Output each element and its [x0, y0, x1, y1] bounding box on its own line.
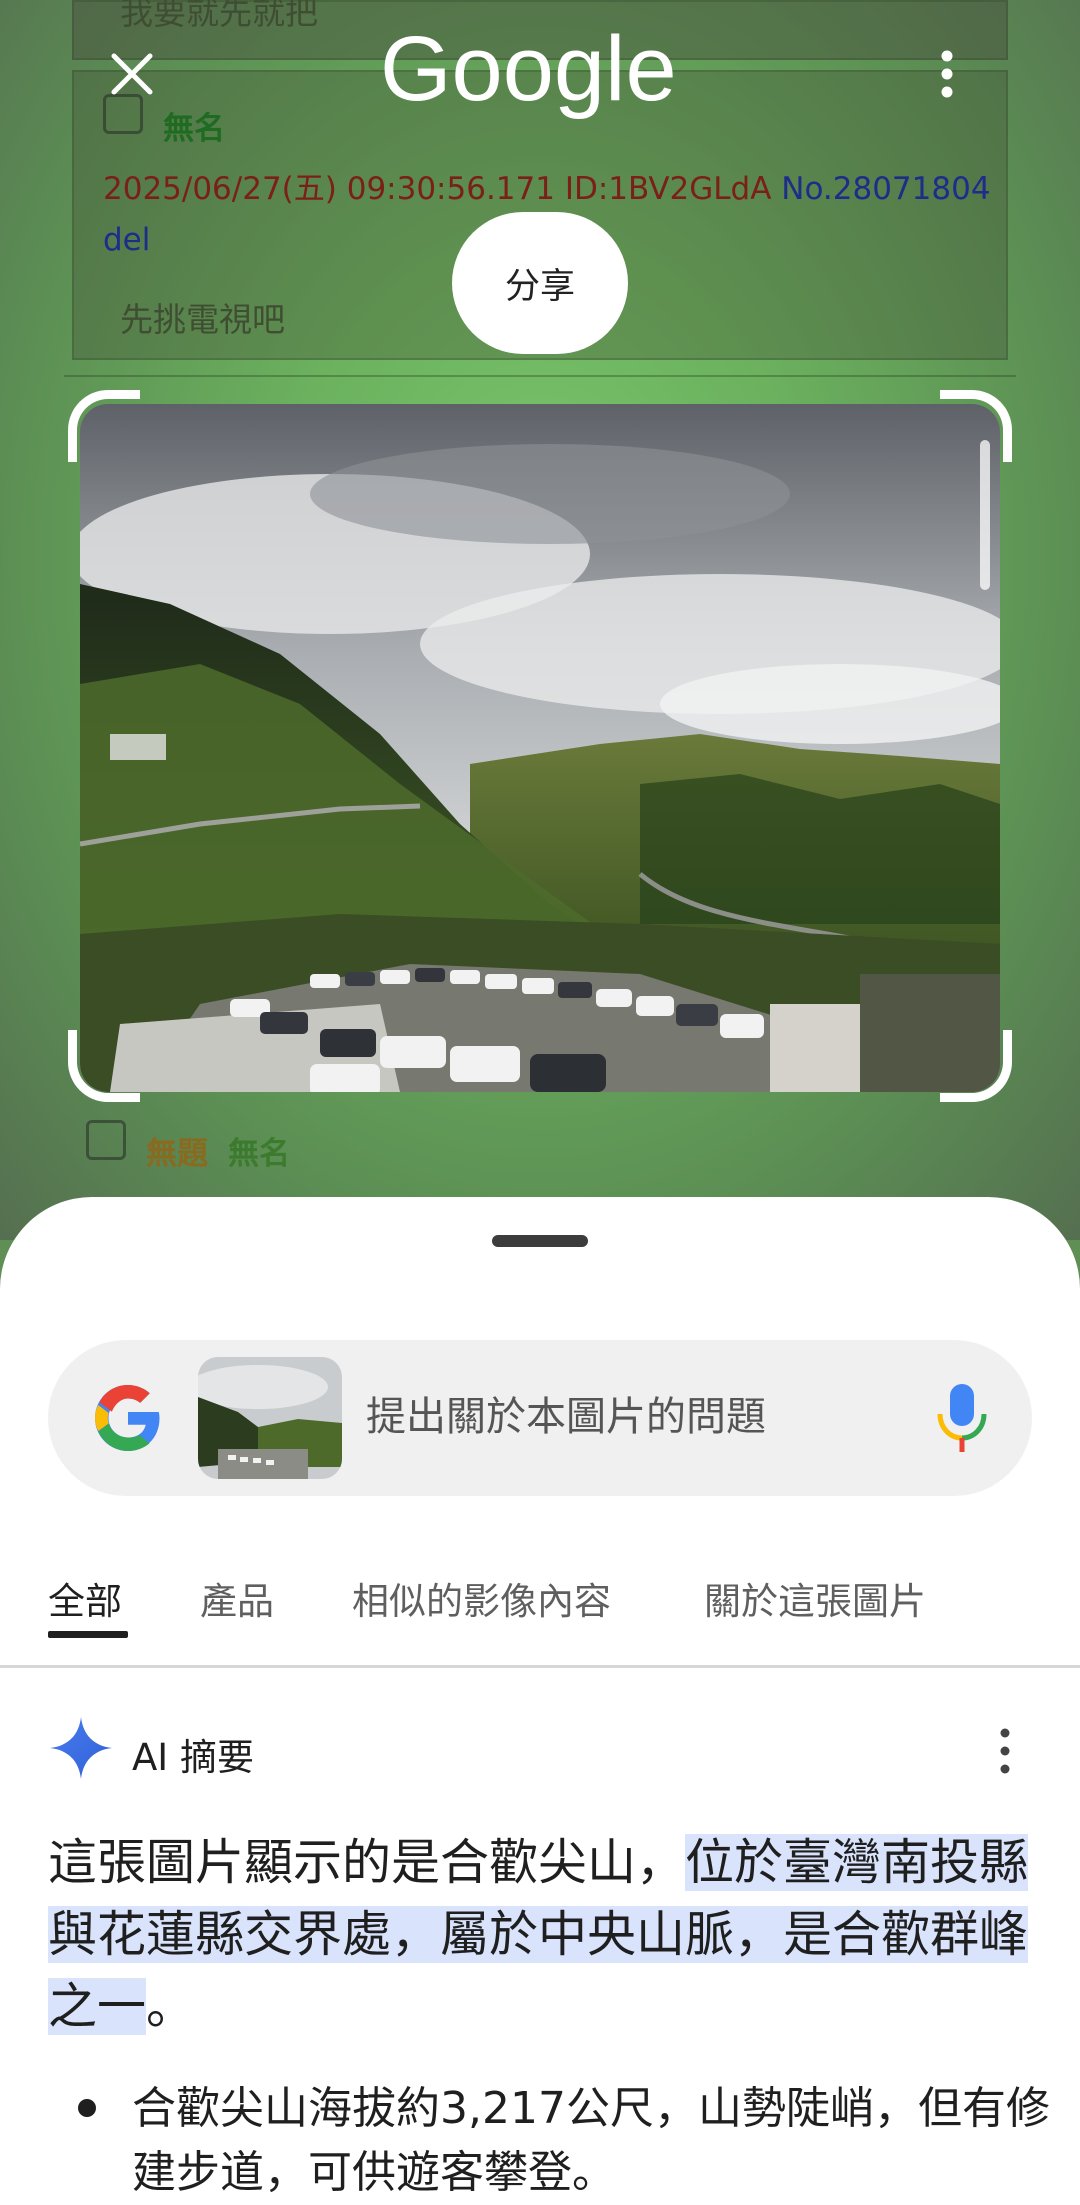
active-tab-indicator	[48, 1631, 128, 1638]
post-divider	[64, 375, 1016, 377]
close-icon	[111, 53, 153, 95]
sparkle-icon	[50, 1717, 112, 1779]
ai-overview-summary: 這張圖片顯示的是合歡尖山，位於臺灣南投縣與花蓮縣交界處，屬於中央山脈，是合歡群峰…	[48, 1827, 1038, 2043]
tabs-divider	[0, 1665, 1080, 1668]
tab-products[interactable]: 產品	[200, 1557, 274, 1647]
crop-handle-top-right[interactable]	[940, 390, 1012, 462]
more-vert-icon[interactable]	[990, 1723, 1020, 1779]
mic-icon[interactable]	[934, 1380, 990, 1456]
summary-end: 。	[146, 1978, 196, 2035]
search-bar[interactable]	[48, 1340, 1032, 1496]
post-meta-date: 2025/06/27(五) 09:30:56.171 ID:1BV2GLdA	[103, 171, 772, 207]
post-del-link: del	[103, 222, 151, 258]
google-g-icon	[95, 1385, 160, 1451]
tab-about-image[interactable]: 關於這張圖片	[704, 1557, 926, 1647]
crop-selection-frame[interactable]	[68, 390, 1012, 1102]
summary-text: 這張圖片顯示的是合歡尖山，	[48, 1834, 686, 1891]
result-tabs: 全部 產品 相似的影像內容 關於這張圖片	[0, 1557, 1080, 1667]
google-logo: Google	[380, 18, 700, 132]
post-title: 無題	[146, 1136, 208, 1172]
page-scrollbar[interactable]	[980, 440, 990, 590]
bullet-text: 合歡尖山海拔約3,217公尺，山勢陡峭，但有修建步道，可供遊客攀登。	[132, 2083, 1050, 2198]
post-checkbox	[86, 1120, 126, 1160]
crop-handle-top-left[interactable]	[68, 390, 140, 462]
sheet-drag-handle[interactable]	[492, 1235, 588, 1247]
crop-handle-bottom-right[interactable]	[940, 1030, 1012, 1102]
ai-overview-header: AI 摘要	[48, 1715, 1032, 1795]
results-bottom-sheet: 全部 產品 相似的影像內容 關於這張圖片 AI 摘要 這張圖片顯示的是合歡尖山，…	[0, 1197, 1080, 2205]
ai-overview-label: AI 摘要	[132, 1736, 254, 1779]
close-button[interactable]	[100, 42, 164, 106]
post-body: 先挑電視吧	[120, 300, 285, 339]
tab-similar-images[interactable]: 相似的影像內容	[352, 1557, 611, 1647]
share-button[interactable]: 分享	[452, 212, 628, 354]
more-options-button[interactable]	[922, 42, 972, 106]
post-meta: 2025/06/27(五) 09:30:56.171 ID:1BV2GLdA N…	[103, 163, 991, 208]
post-author: 無名	[163, 111, 225, 147]
query-image-thumbnail[interactable]	[198, 1357, 342, 1479]
google-logo-text: Google	[380, 22, 677, 120]
image-question-input[interactable]	[366, 1380, 926, 1454]
post-author: 無名	[228, 1136, 290, 1172]
bullet-icon	[78, 2099, 96, 2117]
more-vert-icon	[941, 50, 953, 98]
crop-handle-bottom-left[interactable]	[68, 1030, 140, 1102]
post-number: No.28071804	[781, 171, 991, 207]
forum-top-text: 我要就先就把	[120, 0, 318, 32]
